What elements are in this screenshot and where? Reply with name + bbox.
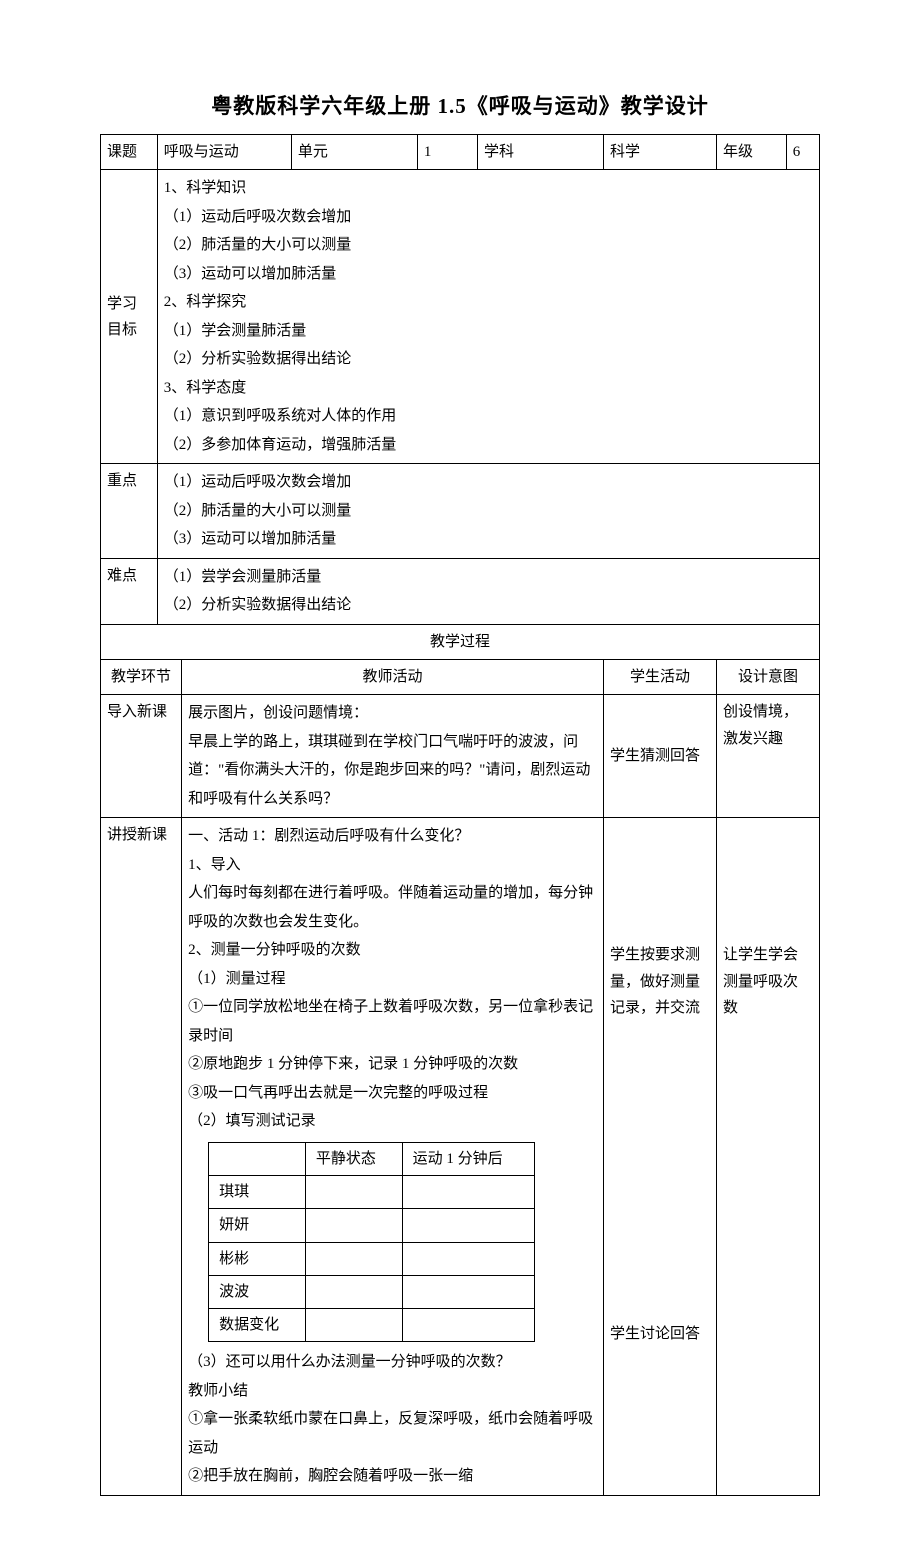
goals-text: 1、科学知识 （1）运动后呼吸次数会增加 （2）肺活量的大小可以测量 （3）运动… [157,170,819,464]
record-cell [402,1176,535,1209]
keypoints-label: 重点 [101,464,158,559]
subject-label: 学科 [477,135,603,170]
document-page: 粤教版科学六年级上册 1.5《呼吸与运动》教学设计 课题 呼吸与运动 单元 1 … [0,0,920,1556]
main-env: 讲授新课 [101,818,182,1496]
main-teacher: 一、活动 1：剧烈运动后呼吸有什么变化？ 1、导入 人们每时每刻都在进行着呼吸。… [182,818,604,1496]
record-cell [305,1209,402,1242]
intro-row: 导入新课 展示图片，创设问题情境： 早晨上学的路上，琪琪碰到在学校门口气喘吁吁的… [101,695,820,818]
intro-intent: 创设情境，激发兴趣 [717,695,820,818]
difficulties-label: 难点 [101,558,158,624]
unit-value: 1 [417,135,477,170]
record-row: 波波 [209,1275,535,1308]
main-intent: 让学生学会测量呼吸次数 [717,818,820,1496]
record-row: 妍妍 [209,1209,535,1242]
record-row: 彬彬 [209,1242,535,1275]
difficulties-text: （1）尝学会测量肺活量 （2）分析实验数据得出结论 [157,558,819,624]
goals-label: 学习 目标 [101,170,158,464]
record-name: 琪琪 [209,1176,306,1209]
lesson-plan-table: 课题 呼吸与运动 单元 1 学科 科学 年级 6 学习 目标 1、科学知识 （1… [100,134,820,1496]
col-teacher: 教师活动 [182,660,604,695]
record-table: 平静状态 运动 1 分钟后 琪琪 妍妍 彬彬 [208,1142,535,1343]
record-cell [402,1309,535,1342]
record-h2: 运动 1 分钟后 [402,1142,535,1175]
topic-value: 呼吸与运动 [157,135,291,170]
col-student: 学生活动 [604,660,717,695]
col-intent: 设计意图 [717,660,820,695]
unit-label: 单元 [291,135,417,170]
record-cell [305,1309,402,1342]
main-student: 学生按要求测量，做好测量记录，并交流 学生讨论回答 [604,818,717,1496]
record-cell [402,1275,535,1308]
difficulties-row: 难点 （1）尝学会测量肺活量 （2）分析实验数据得出结论 [101,558,820,624]
record-cell [305,1176,402,1209]
goals-row: 学习 目标 1、科学知识 （1）运动后呼吸次数会增加 （2）肺活量的大小可以测量… [101,170,820,464]
record-h1: 平静状态 [305,1142,402,1175]
intro-env: 导入新课 [101,695,182,818]
page-title: 粤教版科学六年级上册 1.5《呼吸与运动》教学设计 [100,90,820,120]
grade-label: 年级 [717,135,787,170]
grade-value: 6 [786,135,819,170]
main-intent-text: 让学生学会测量呼吸次数 [723,942,813,1021]
record-cell [305,1275,402,1308]
subject-value: 科学 [604,135,717,170]
record-row: 数据变化 [209,1309,535,1342]
record-cell [402,1242,535,1275]
record-name: 妍妍 [209,1209,306,1242]
record-cell [305,1242,402,1275]
process-header-row: 教学过程 [101,624,820,659]
record-name: 波波 [209,1275,306,1308]
main-student-2: 学生讨论回答 [610,1321,710,1347]
main-teacher-part1: 一、活动 1：剧烈运动后呼吸有什么变化？ 1、导入 人们每时每刻都在进行着呼吸。… [188,822,597,1136]
intro-student: 学生猜测回答 [604,695,717,818]
record-row: 琪琪 [209,1176,535,1209]
record-h0 [209,1142,306,1175]
process-header: 教学过程 [101,624,820,659]
record-name: 彬彬 [209,1242,306,1275]
col-env: 教学环节 [101,660,182,695]
record-cell [402,1209,535,1242]
intro-teacher: 展示图片，创设问题情境： 早晨上学的路上，琪琪碰到在学校门口气喘吁吁的波波，问道… [182,695,604,818]
record-header-row: 平静状态 运动 1 分钟后 [209,1142,535,1175]
process-columns-row: 教学环节 教师活动 学生活动 设计意图 [101,660,820,695]
main-row: 讲授新课 一、活动 1：剧烈运动后呼吸有什么变化？ 1、导入 人们每时每刻都在进… [101,818,820,1496]
header-row: 课题 呼吸与运动 单元 1 学科 科学 年级 6 [101,135,820,170]
keypoints-row: 重点 （1）运动后呼吸次数会增加 （2）肺活量的大小可以测量 （3）运动可以增加… [101,464,820,559]
keypoints-text: （1）运动后呼吸次数会增加 （2）肺活量的大小可以测量 （3）运动可以增加肺活量 [157,464,819,559]
record-name: 数据变化 [209,1309,306,1342]
main-student-1: 学生按要求测量，做好测量记录，并交流 [610,942,710,1021]
main-teacher-part2: （3）还可以用什么办法测量一分钟呼吸的次数？ 教师小结 ①拿一张柔软纸巾蒙在口鼻… [188,1348,597,1491]
topic-label: 课题 [101,135,158,170]
